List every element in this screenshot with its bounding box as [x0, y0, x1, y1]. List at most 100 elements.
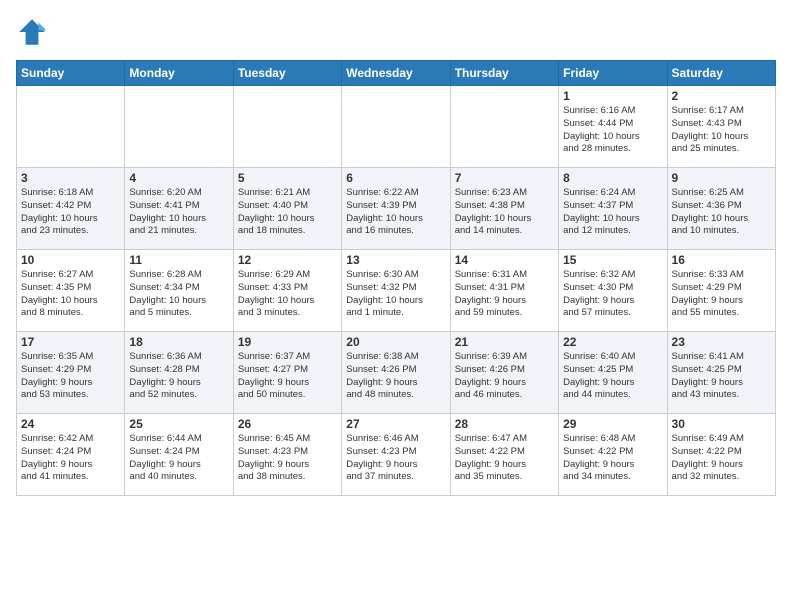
day-number: 8 [563, 171, 662, 185]
day-number: 26 [238, 417, 337, 431]
day-number: 9 [672, 171, 771, 185]
day-info: Sunrise: 6:33 AM Sunset: 4:29 PM Dayligh… [672, 269, 771, 320]
calendar-cell: 12 Sunrise: 6:29 AM Sunset: 4:33 PM Dayli… [233, 250, 341, 332]
day-number: 7 [455, 171, 554, 185]
calendar-day-header: Wednesday [342, 61, 450, 86]
day-number: 4 [129, 171, 228, 185]
day-info: Sunrise: 6:24 AM Sunset: 4:37 PM Dayligh… [563, 187, 662, 238]
day-number: 14 [455, 253, 554, 267]
day-info: Sunrise: 6:21 AM Sunset: 4:40 PM Dayligh… [238, 187, 337, 238]
day-info: Sunrise: 6:46 AM Sunset: 4:23 PM Dayligh… [346, 433, 445, 484]
calendar-cell: 23Sunrise: 6:41 AM Sunset: 4:25 PM Dayli… [667, 332, 775, 414]
page-header [16, 16, 776, 48]
calendar-day-header: Thursday [450, 61, 558, 86]
calendar-cell [450, 86, 558, 168]
day-number: 16 [672, 253, 771, 267]
calendar-cell: 5 Sunrise: 6:21 AM Sunset: 4:40 PM Daylig… [233, 168, 341, 250]
calendar-week-row: 24 Sunrise: 6:42 AM Sunset: 4:24 PM Dayli… [17, 414, 776, 496]
day-number: 3 [21, 171, 120, 185]
calendar-cell [233, 86, 341, 168]
calendar-cell: 29 Sunrise: 6:48 AM Sunset: 4:22 PM Dayli… [559, 414, 667, 496]
day-number: 28 [455, 417, 554, 431]
calendar-cell: 2 Sunrise: 6:17 AM Sunset: 4:43 PM Daylig… [667, 86, 775, 168]
logo [16, 16, 52, 48]
calendar-cell: 9 Sunrise: 6:25 AM Sunset: 4:36 PM Daylig… [667, 168, 775, 250]
calendar-cell: 24 Sunrise: 6:42 AM Sunset: 4:24 PM Dayli… [17, 414, 125, 496]
calendar-cell: 4 Sunrise: 6:20 AM Sunset: 4:41 PM Daylig… [125, 168, 233, 250]
day-info: Sunrise: 6:41 AM Sunset: 4:25 PM Dayligh… [672, 351, 771, 402]
day-number: 5 [238, 171, 337, 185]
day-info: Sunrise: 6:23 AM Sunset: 4:38 PM Dayligh… [455, 187, 554, 238]
day-info: Sunrise: 6:47 AM Sunset: 4:22 PM Dayligh… [455, 433, 554, 484]
day-number: 10 [21, 253, 120, 267]
day-number: 6 [346, 171, 445, 185]
calendar-cell: 26 Sunrise: 6:45 AM Sunset: 4:23 PM Dayli… [233, 414, 341, 496]
calendar-cell: 7 Sunrise: 6:23 AM Sunset: 4:38 PM Daylig… [450, 168, 558, 250]
day-number: 1 [563, 89, 662, 103]
day-info: Sunrise: 6:18 AM Sunset: 4:42 PM Dayligh… [21, 187, 120, 238]
calendar-cell: 13 Sunrise: 6:30 AM Sunset: 4:32 PM Dayli… [342, 250, 450, 332]
calendar-cell: 30 Sunrise: 6:49 AM Sunset: 4:22 PM Dayli… [667, 414, 775, 496]
calendar-cell: 20Sunrise: 6:38 AM Sunset: 4:26 PM Dayli… [342, 332, 450, 414]
day-info: Sunrise: 6:39 AM Sunset: 4:26 PM Dayligh… [455, 351, 554, 402]
calendar-cell: 10 Sunrise: 6:27 AM Sunset: 4:35 PM Dayli… [17, 250, 125, 332]
day-info: Sunrise: 6:48 AM Sunset: 4:22 PM Dayligh… [563, 433, 662, 484]
day-number: 22 [563, 335, 662, 349]
calendar-cell: 21 Sunrise: 6:39 AM Sunset: 4:26 PM Dayli… [450, 332, 558, 414]
calendar-cell: 3 Sunrise: 6:18 AM Sunset: 4:42 PM Daylig… [17, 168, 125, 250]
calendar-cell: 17Sunrise: 6:35 AM Sunset: 4:29 PM Dayli… [17, 332, 125, 414]
day-number: 29 [563, 417, 662, 431]
calendar-header-row: SundayMondayTuesdayWednesdayThursdayFrid… [17, 61, 776, 86]
day-number: 12 [238, 253, 337, 267]
day-info: Sunrise: 6:27 AM Sunset: 4:35 PM Dayligh… [21, 269, 120, 320]
calendar-day-header: Friday [559, 61, 667, 86]
day-info: Sunrise: 6:45 AM Sunset: 4:23 PM Dayligh… [238, 433, 337, 484]
day-number: 18 [129, 335, 228, 349]
calendar-cell: 15 Sunrise: 6:32 AM Sunset: 4:30 PM Dayli… [559, 250, 667, 332]
day-number: 15 [563, 253, 662, 267]
day-info: Sunrise: 6:32 AM Sunset: 4:30 PM Dayligh… [563, 269, 662, 320]
day-info: Sunrise: 6:38 AM Sunset: 4:26 PM Dayligh… [346, 351, 445, 402]
day-info: Sunrise: 6:29 AM Sunset: 4:33 PM Dayligh… [238, 269, 337, 320]
day-info: Sunrise: 6:17 AM Sunset: 4:43 PM Dayligh… [672, 105, 771, 156]
day-number: 24 [21, 417, 120, 431]
day-info: Sunrise: 6:49 AM Sunset: 4:22 PM Dayligh… [672, 433, 771, 484]
calendar-cell: 1 Sunrise: 6:16 AM Sunset: 4:44 PM Daylig… [559, 86, 667, 168]
calendar-day-header: Sunday [17, 61, 125, 86]
calendar-cell [342, 86, 450, 168]
calendar-table: SundayMondayTuesdayWednesdayThursdayFrid… [16, 60, 776, 496]
calendar-cell: 18 Sunrise: 6:36 AM Sunset: 4:28 PM Dayli… [125, 332, 233, 414]
calendar-cell [125, 86, 233, 168]
calendar-week-row: 10 Sunrise: 6:27 AM Sunset: 4:35 PM Dayli… [17, 250, 776, 332]
calendar-day-header: Saturday [667, 61, 775, 86]
day-number: 30 [672, 417, 771, 431]
day-info: Sunrise: 6:35 AM Sunset: 4:29 PM Dayligh… [21, 351, 120, 402]
calendar-cell: 11Sunrise: 6:28 AM Sunset: 4:34 PM Dayli… [125, 250, 233, 332]
day-info: Sunrise: 6:22 AM Sunset: 4:39 PM Dayligh… [346, 187, 445, 238]
calendar-day-header: Monday [125, 61, 233, 86]
day-number: 2 [672, 89, 771, 103]
calendar-cell: 19 Sunrise: 6:37 AM Sunset: 4:27 PM Dayli… [233, 332, 341, 414]
day-info: Sunrise: 6:40 AM Sunset: 4:25 PM Dayligh… [563, 351, 662, 402]
day-info: Sunrise: 6:37 AM Sunset: 4:27 PM Dayligh… [238, 351, 337, 402]
day-number: 13 [346, 253, 445, 267]
logo-icon [16, 16, 48, 48]
day-number: 25 [129, 417, 228, 431]
day-info: Sunrise: 6:42 AM Sunset: 4:24 PM Dayligh… [21, 433, 120, 484]
calendar-day-header: Tuesday [233, 61, 341, 86]
day-number: 27 [346, 417, 445, 431]
calendar-cell: 14Sunrise: 6:31 AM Sunset: 4:31 PM Dayli… [450, 250, 558, 332]
calendar-cell [17, 86, 125, 168]
day-info: Sunrise: 6:20 AM Sunset: 4:41 PM Dayligh… [129, 187, 228, 238]
day-number: 19 [238, 335, 337, 349]
calendar-cell: 6 Sunrise: 6:22 AM Sunset: 4:39 PM Daylig… [342, 168, 450, 250]
calendar-cell: 27 Sunrise: 6:46 AM Sunset: 4:23 PM Dayli… [342, 414, 450, 496]
day-number: 21 [455, 335, 554, 349]
day-info: Sunrise: 6:25 AM Sunset: 4:36 PM Dayligh… [672, 187, 771, 238]
calendar-cell: 22 Sunrise: 6:40 AM Sunset: 4:25 PM Dayli… [559, 332, 667, 414]
day-info: Sunrise: 6:36 AM Sunset: 4:28 PM Dayligh… [129, 351, 228, 402]
calendar-week-row: 1 Sunrise: 6:16 AM Sunset: 4:44 PM Daylig… [17, 86, 776, 168]
day-info: Sunrise: 6:44 AM Sunset: 4:24 PM Dayligh… [129, 433, 228, 484]
day-info: Sunrise: 6:30 AM Sunset: 4:32 PM Dayligh… [346, 269, 445, 320]
day-info: Sunrise: 6:16 AM Sunset: 4:44 PM Dayligh… [563, 105, 662, 156]
